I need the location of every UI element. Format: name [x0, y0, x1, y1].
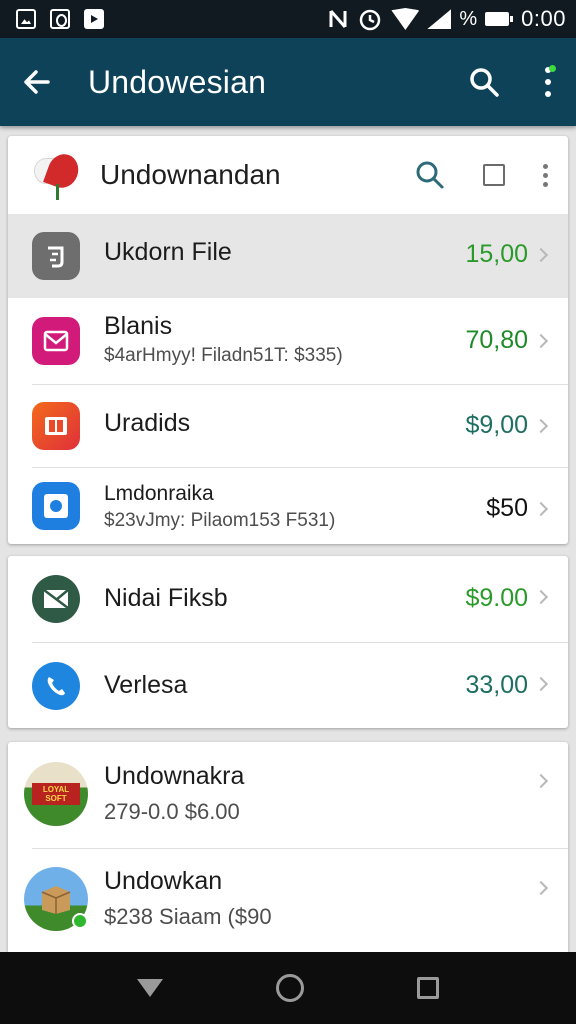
- status-bar: % 0:00: [0, 0, 576, 38]
- list-item-ukdorn-file[interactable]: Ukdorn File 15,00: [8, 214, 568, 298]
- card-secondary: Nidai Fiksb $9.00 Verlesa 33,00: [8, 556, 568, 728]
- circle-icon: [50, 9, 70, 29]
- list-item-verlesa[interactable]: Verlesa 33,00: [8, 643, 568, 728]
- list-item-price: $9,00: [465, 411, 528, 439]
- list-item-undowkan[interactable]: Undowkan $238 Siaam ($90: [8, 849, 568, 954]
- chevron-right-icon: [533, 589, 549, 605]
- battery-icon: [485, 12, 514, 26]
- chevron-right-icon: [533, 333, 549, 349]
- list-item-title: Undowkan: [104, 867, 223, 895]
- card-tertiary: LOYAL SOFT Undownakra 279-0.0 $6.00 Undo…: [8, 742, 568, 954]
- phone-icon: [32, 662, 80, 710]
- list-item-title: Nidai Fiksb: [104, 584, 228, 612]
- nav-back-icon[interactable]: [136, 979, 163, 997]
- nfc-icon: [329, 10, 347, 28]
- list-item-subtitle: 279-0.0 $6.00: [104, 799, 240, 824]
- search-icon[interactable]: [415, 160, 445, 190]
- battery-percent: %: [459, 7, 478, 30]
- more-vert-icon[interactable]: [542, 65, 556, 97]
- clock: 0:00: [521, 6, 566, 31]
- columns-icon: [32, 402, 80, 450]
- alarm-icon: [360, 9, 381, 31]
- list-item-nidai-fiksb[interactable]: Nidai Fiksb $9.00: [8, 556, 568, 642]
- wifi-icon: [391, 8, 420, 30]
- system-nav-bar: [0, 952, 576, 1024]
- chevron-right-icon: [533, 501, 549, 517]
- list-item-title: Blanis: [104, 312, 173, 340]
- list-item-title: Verlesa: [104, 671, 188, 699]
- list-item-subtitle: $4arHmyy! Filadn51T: $335): [104, 345, 343, 366]
- card-primary: Undownandan Ukdorn File 15,00 Blanis $4a…: [8, 136, 568, 544]
- list-item-title: Ukdorn File: [104, 238, 232, 266]
- card-title: Undownandan: [100, 159, 281, 190]
- list-item-subtitle: $23vJmy: Pilaom153 F531): [104, 510, 336, 531]
- box-icon: [24, 867, 88, 931]
- signal-icon: [427, 9, 452, 29]
- badge-icon: [72, 913, 88, 929]
- search-icon[interactable]: [468, 66, 500, 98]
- list-item-price: 15,00: [465, 240, 528, 268]
- envelope-icon: [32, 575, 80, 623]
- list-item-uradids[interactable]: Uradids $9,00: [8, 385, 568, 467]
- card-header: Undownandan: [8, 136, 568, 214]
- file-icon: [32, 232, 80, 280]
- page-title: Undowesian: [88, 63, 267, 100]
- notification-dot: [549, 65, 556, 72]
- more-vert-icon[interactable]: [543, 163, 548, 187]
- list-item-price: $9.00: [465, 584, 528, 612]
- checkbox-icon[interactable]: [483, 164, 505, 186]
- list-item-subtitle: $238 Siaam ($90: [104, 904, 272, 929]
- app-bar: Undowesian: [0, 38, 576, 126]
- list-item-title: Uradids: [104, 409, 191, 437]
- store-icon: LOYAL SOFT: [24, 762, 88, 826]
- chevron-right-icon: [533, 247, 549, 263]
- nav-home-icon[interactable]: [275, 974, 304, 1002]
- mail-icon: [32, 317, 80, 365]
- chevron-right-icon: [533, 676, 549, 692]
- list-item-price: $50: [486, 494, 528, 522]
- list-item-title: Lmdonraika: [104, 482, 214, 505]
- gallery-icon: [16, 9, 36, 29]
- list-item-undownakra[interactable]: LOYAL SOFT Undownakra 279-0.0 $6.00: [8, 742, 568, 848]
- list-item-blanis[interactable]: Blanis $4arHmyy! Filadn51T: $335) 70,80: [8, 298, 568, 384]
- store-sign: LOYAL SOFT: [32, 783, 80, 805]
- chevron-right-icon: [533, 418, 549, 434]
- flower-logo-icon: [34, 149, 83, 200]
- nav-recent-icon[interactable]: [417, 977, 440, 999]
- list-item-price: 33,00: [465, 671, 528, 699]
- chevron-right-icon: [533, 880, 549, 896]
- target-icon: [32, 482, 80, 530]
- arrow-left-icon[interactable]: [22, 67, 52, 97]
- list-item-price: 70,80: [465, 326, 528, 354]
- video-icon: [84, 9, 104, 29]
- list-item-lmdonraika[interactable]: Lmdonraika $23vJmy: Pilaom153 F531) $50: [8, 468, 568, 544]
- list-item-title: Undownakra: [104, 762, 245, 790]
- chevron-right-icon: [533, 773, 549, 789]
